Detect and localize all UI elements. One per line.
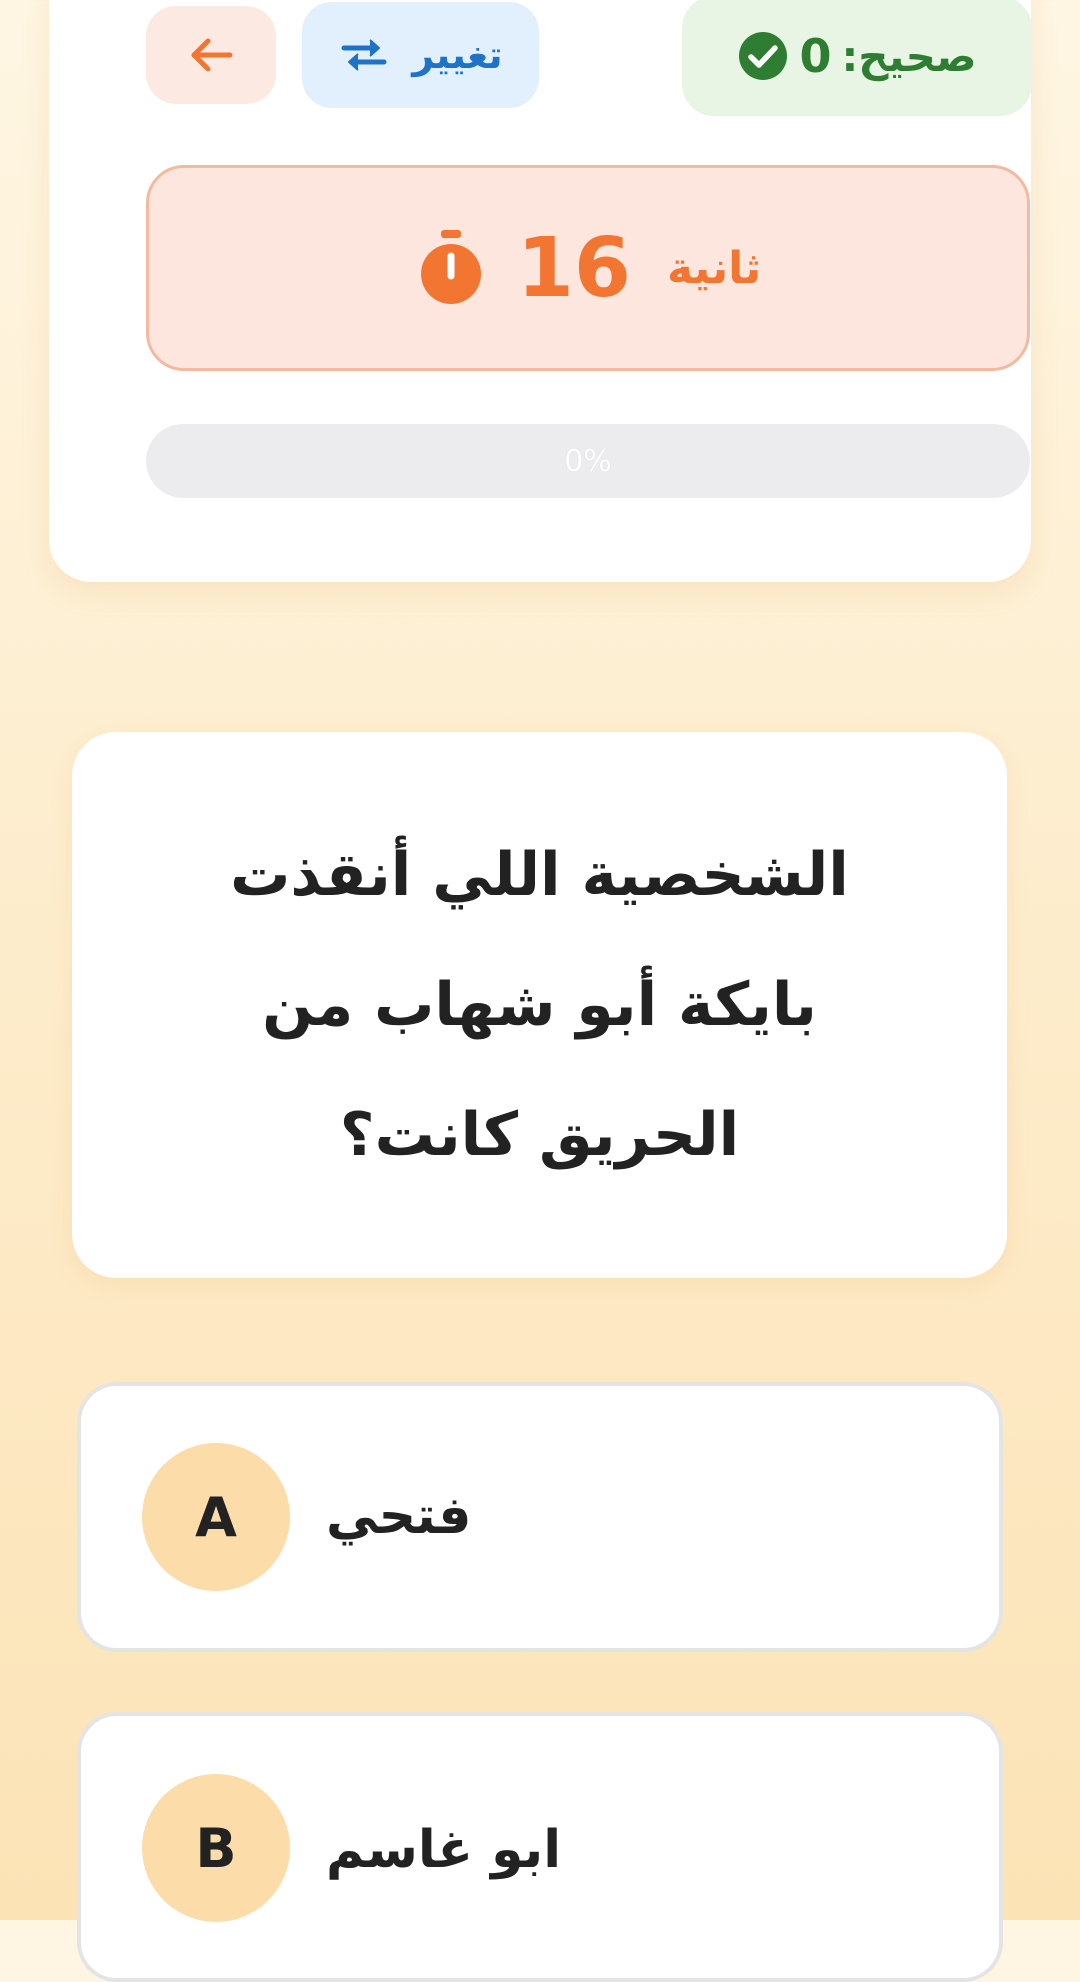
correct-count: 0 [799,29,832,83]
change-label: تغيير [412,33,503,77]
option-text: فتحي [326,1486,472,1546]
quiz-header-card: 0 صحيح: تغيير 16 ثانية 0% [49,0,1032,582]
question-card: الشخصية اللي أنقذت بايكة أبو شهاب من الح… [72,732,1007,1278]
timer-seconds: 16 [516,220,631,316]
question-text: الشخصية اللي أنقذت بايكة أبو شهاب من الح… [230,840,849,1170]
back-arrow-icon [191,38,233,72]
correct-label: صحيح: [841,31,977,81]
check-circle-icon [739,32,788,80]
swap-icon [341,39,387,71]
back-button[interactable] [146,6,276,104]
stopwatch-icon [420,230,481,304]
option-text: ابو غاسم [326,1820,562,1880]
correct-score-badge: 0 صحيح: [682,0,1032,116]
answer-option-a[interactable]: A فتحي [77,1382,1003,1652]
answer-option-b[interactable]: B ابو غاسم [77,1712,1003,1982]
progress-percent: 0% [564,443,612,479]
option-letter: A [142,1443,290,1591]
timer-display: 16 ثانية [146,165,1030,371]
option-letter: B [142,1774,290,1922]
progress-bar: 0% [146,424,1030,498]
timer-unit: ثانية [666,242,762,294]
change-button[interactable]: تغيير [302,2,539,108]
